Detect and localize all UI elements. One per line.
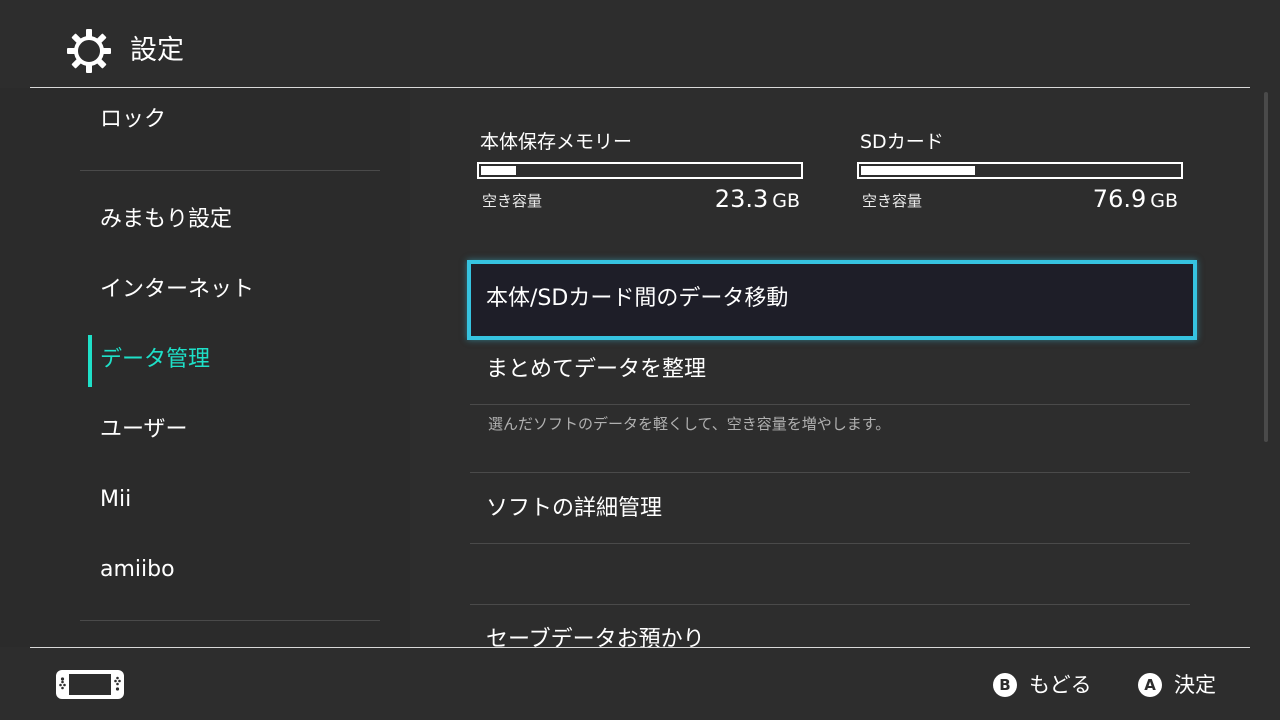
sidebar-item-internet[interactable]: インターネット [100, 275, 254, 305]
sd-free-unit: GB [1150, 190, 1178, 212]
sidebar-divider [80, 170, 380, 171]
sidebar: ロック みまもり設定 インターネット データ管理 ユーザー Mii amiibo [0, 88, 410, 647]
sidebar-item-lock[interactable]: ロック [100, 105, 166, 135]
back-label: もどる [1029, 673, 1092, 697]
system-memory-bar [477, 162, 803, 179]
menu-divider [470, 404, 1190, 405]
sd-card-bar [857, 162, 1183, 179]
menu-item-software-management[interactable]: ソフトの詳細管理 [466, 474, 1194, 544]
menu-item-save-data-cloud[interactable]: セーブデータお預かり [466, 605, 1194, 647]
confirm-hint[interactable]: A 決定 [1138, 671, 1216, 699]
menu-item-label: ソフトの詳細管理 [486, 496, 663, 521]
sd-free-amount: 76.9 [1092, 185, 1147, 213]
a-button-icon: A [1138, 673, 1162, 697]
confirm-label: 決定 [1174, 673, 1216, 697]
sidebar-item-amiibo[interactable]: amiibo [100, 555, 175, 585]
menu-item-archive-data[interactable]: まとめてデータを整理 [466, 335, 1194, 405]
system-memory-label: 本体保存メモリー [480, 131, 633, 153]
back-hint[interactable]: B もどる [993, 671, 1092, 699]
sd-card-label: SDカード [860, 131, 944, 153]
sd-free-value: 76.9 GB [1008, 185, 1178, 215]
b-button-icon: B [993, 673, 1017, 697]
main-panel: 本体保存メモリー 空き容量 23.3 GB SDカード 空き容量 76.9 GB 本… [410, 88, 1260, 647]
menu-item-label: まとめてデータを整理 [486, 357, 707, 382]
menu-divider [470, 472, 1190, 473]
header: 設定 [0, 0, 1280, 88]
sidebar-item-data-management[interactable]: データ管理 [100, 345, 210, 375]
sidebar-item-mii[interactable]: Mii [100, 485, 131, 515]
system-free-amount: 23.3 [714, 185, 769, 213]
system-free-unit: GB [772, 190, 800, 212]
active-indicator [88, 335, 92, 387]
menu-divider [470, 543, 1190, 544]
menu-item-label: セーブデータお預かり [486, 627, 705, 647]
system-free-value: 23.3 GB [630, 185, 800, 215]
console-icon [56, 670, 124, 699]
system-free-label: 空き容量 [482, 192, 543, 210]
scrollbar[interactable] [1264, 92, 1268, 442]
footer: B もどる A 決定 [0, 648, 1280, 720]
system-memory-fill [481, 166, 516, 175]
sidebar-divider [80, 620, 380, 621]
menu-description: 選んだソフトのデータを軽くして、空き容量を増やします。 [488, 415, 891, 433]
menu-item-move-data[interactable]: 本体/SDカード間のデータ移動 [467, 260, 1197, 340]
sidebar-item-users[interactable]: ユーザー [100, 415, 188, 445]
sd-free-label: 空き容量 [862, 192, 923, 210]
page-title: 設定 [130, 35, 184, 66]
sidebar-item-parental-controls[interactable]: みまもり設定 [100, 205, 232, 235]
sd-card-fill [861, 166, 975, 175]
gear-icon [67, 29, 111, 73]
menu-item-label: 本体/SDカード間のデータ移動 [486, 286, 789, 311]
